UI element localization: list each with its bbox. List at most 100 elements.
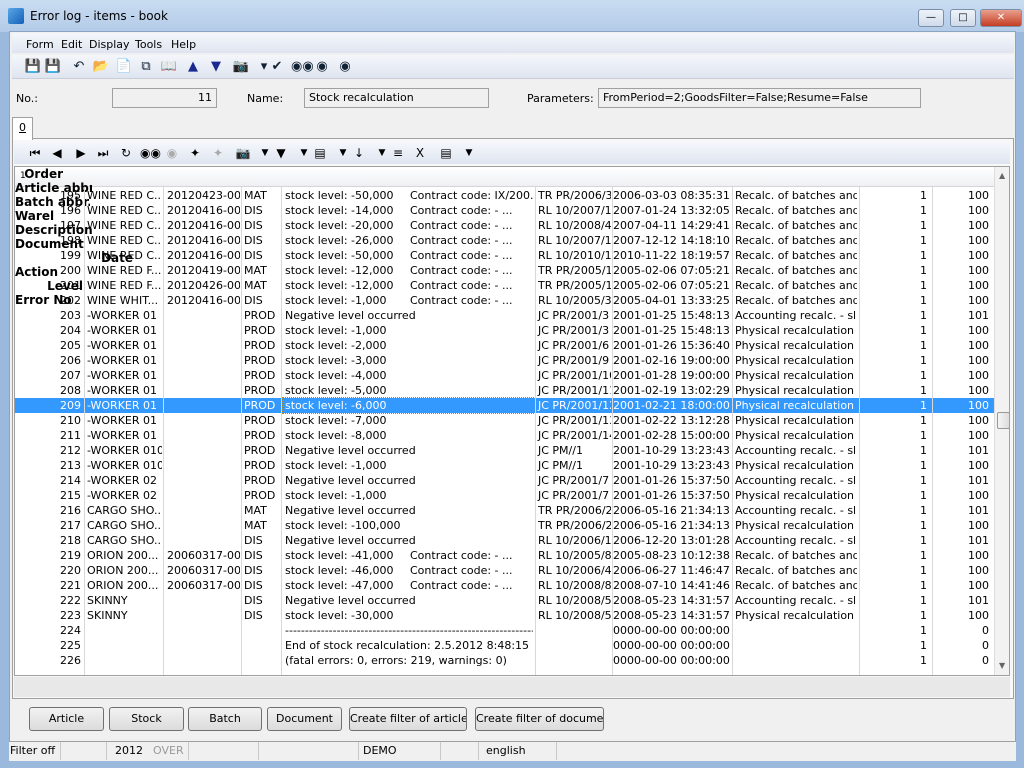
excel-icon[interactable]: X — [411, 145, 429, 161]
table-row[interactable]: 196 WINE RED C... 20120416-001 DIS stock lev… — [15, 203, 994, 218]
add-filter-icon[interactable]: ✦ — [186, 145, 204, 161]
dropdown-icon[interactable]: ▼ — [334, 145, 352, 161]
table-row[interactable]: 195 WINE RED C... 20120423-001 MAT stock lev… — [15, 188, 994, 203]
copy-icon[interactable]: ⧉ — [137, 59, 155, 75]
table-row[interactable]: 199 WINE RED C... 20120416-001 DIS stock lev… — [15, 248, 994, 263]
table-row[interactable]: 203 -WORKER 01 PROD Negative level occurred… — [15, 308, 994, 323]
dropdown-icon[interactable]: ▼ — [295, 145, 313, 161]
table-row[interactable]: 212 -WORKER 010 PROD Negative level occurre… — [15, 443, 994, 458]
cell-level: 1 — [920, 429, 927, 442]
menu-display[interactable]: Display — [89, 38, 130, 51]
arrow-up-icon[interactable]: ▲ — [184, 59, 202, 75]
cell-action: Recalc. of batches and... — [735, 249, 857, 262]
camera-icon[interactable]: 📷 — [232, 59, 250, 75]
table-row[interactable]: 213 -WORKER 010 PROD stock level: -1,000 JC … — [15, 458, 994, 473]
table-row[interactable]: 215 -WORKER 02 PROD stock level: -1,000 JC P… — [15, 488, 994, 503]
status-divider — [556, 742, 557, 760]
next-icon[interactable]: ▶ — [72, 145, 90, 161]
arrow-down-icon[interactable]: ▼ — [207, 59, 225, 75]
close-button[interactable]: ✕ — [980, 9, 1022, 27]
table-row[interactable]: 226 (fatal errors: 0, errors: 219, warnin… — [15, 653, 994, 668]
dropdown-icon[interactable]: ▼ — [460, 145, 478, 161]
menu-help[interactable]: Help — [171, 38, 196, 51]
undo-icon[interactable]: ↶ — [70, 59, 88, 75]
table-row[interactable]: 222 SKINNY DIS Negative level occurred RL 10… — [15, 593, 994, 608]
cell-batch: 20120416-001 — [167, 204, 240, 217]
table-row[interactable]: 220 ORION 200... 20060317-001 DIS stock leve… — [15, 563, 994, 578]
find-next-icon[interactable]: ◉ — [336, 59, 354, 75]
batch-button[interactable]: Batch — [188, 707, 262, 731]
cell-warehouse: PROD — [244, 414, 276, 427]
save-as-icon[interactable]: 💾 — [44, 59, 62, 75]
refresh-icon[interactable]: ↻ — [117, 145, 135, 161]
stock-button[interactable]: Stock — [109, 707, 184, 731]
table-row[interactable]: 207 -WORKER 01 PROD stock level: -4,000 JC P… — [15, 368, 994, 383]
table-row[interactable]: 204 -WORKER 01 PROD stock level: -1,000 JC P… — [15, 323, 994, 338]
create-filter-articles-button[interactable]: Create filter of articles — [349, 707, 467, 731]
new-document-icon[interactable]: 📄 — [115, 59, 133, 75]
table-row[interactable]: 224 -------------------------------------… — [15, 623, 994, 638]
table-row[interactable]: 223 SKINNY DIS stock level: -30,000 RL 10/20… — [15, 608, 994, 623]
find-disabled-icon[interactable]: ◉ — [163, 145, 181, 161]
binoculars-icon[interactable]: ◉◉ — [291, 59, 314, 75]
tab-0[interactable]: 0 — [12, 117, 33, 140]
report-icon[interactable]: ▤ — [437, 145, 455, 161]
prev-icon[interactable]: ◀ — [48, 145, 66, 161]
find-previous-icon[interactable]: ◉ — [313, 59, 331, 75]
create-filter-documents-button[interactable]: Create filter of documents — [475, 707, 604, 731]
sort-az-icon[interactable]: ↓ — [350, 145, 368, 161]
book-icon[interactable]: 📖 — [160, 59, 178, 75]
cell-action: Recalc. of batches and... — [735, 564, 857, 577]
open-folder-icon[interactable]: 📂 — [92, 59, 110, 75]
table-row[interactable]: 217 CARGO SHO... MAT stock level: -100,000 T… — [15, 518, 994, 533]
table-row[interactable]: 197 WINE RED C... 20120416-001 DIS stock lev… — [15, 218, 994, 233]
table-row[interactable]: 219 ORION 200... 20060317-001 DIS stock leve… — [15, 548, 994, 563]
table-row[interactable]: 216 CARGO SHO... MAT Negative level occurre… — [15, 503, 994, 518]
cell-level: 1 — [920, 279, 927, 292]
first-icon[interactable]: ⏮ — [26, 145, 44, 161]
cell-description: End of stock recalculation: 2.5.2012 8:4… — [285, 639, 530, 652]
parameters-field[interactable]: FromPeriod=2;GoodsFilter=False;Resume=Fa… — [598, 88, 921, 108]
save-icon[interactable]: 💾 — [24, 59, 42, 75]
last-icon[interactable]: ⏭ — [94, 145, 112, 161]
table-row[interactable]: 201 WINE RED F... 20120426-001 MAT stock lev… — [15, 278, 994, 293]
dropdown-icon[interactable]: ▼ — [256, 145, 274, 161]
table-row[interactable]: 205 -WORKER 01 PROD stock level: -2,000 JC P… — [15, 338, 994, 353]
table-row[interactable]: 221 ORION 200... 20060317-001 DIS stock leve… — [15, 578, 994, 593]
no-field[interactable]: 11 — [112, 88, 217, 108]
dropdown-icon[interactable]: ▼ — [373, 145, 391, 161]
table-row[interactable]: 218 CARGO SHO... DIS Negative level occurre… — [15, 533, 994, 548]
name-field[interactable]: Stock recalculation — [304, 88, 489, 108]
filter-icon[interactable]: ▼ — [272, 145, 290, 161]
vertical-scrollbar[interactable]: ▲ ▼ — [994, 167, 1009, 675]
excel-export-icon[interactable]: ✔ — [268, 59, 286, 75]
cell-level: 1 — [920, 564, 927, 577]
camera-icon[interactable]: 📷 — [234, 145, 252, 161]
table-row[interactable]: 208 -WORKER 01 PROD stock level: -5,000 JC P… — [15, 383, 994, 398]
menu-edit[interactable]: Edit — [61, 38, 82, 51]
article-button[interactable]: Article — [29, 707, 104, 731]
scroll-down-icon[interactable]: ▼ — [999, 661, 1005, 670]
table-row[interactable]: 200 WINE RED F... 20120419-001 MAT stock lev… — [15, 263, 994, 278]
columns-icon[interactable]: ▤ — [311, 145, 329, 161]
table-row[interactable]: 198 WINE RED C... 20120416-001 DIS stock lev… — [15, 233, 994, 248]
binoculars-icon[interactable]: ◉◉ — [140, 145, 161, 161]
cell-description: stock level: -1,000 — [285, 489, 387, 502]
scroll-thumb[interactable] — [997, 412, 1009, 429]
cell-date: 0000-00-00 00:00:00 — [613, 624, 730, 637]
remove-filter-icon[interactable]: ✦ — [209, 145, 227, 161]
maximize-button[interactable]: □ — [950, 9, 976, 27]
table-row[interactable]: 214 -WORKER 02 PROD Negative level occurred… — [15, 473, 994, 488]
table-row[interactable]: 211 -WORKER 01 PROD stock level: -8,000 JC P… — [15, 428, 994, 443]
scroll-up-icon[interactable]: ▲ — [999, 171, 1005, 180]
document-button[interactable]: Document — [267, 707, 342, 731]
table-row[interactable]: 210 -WORKER 01 PROD stock level: -7,000 JC P… — [15, 413, 994, 428]
table-row[interactable]: 206 -WORKER 01 PROD stock level: -3,000 JC P… — [15, 353, 994, 368]
menu-tools[interactable]: Tools — [135, 38, 162, 51]
minimize-button[interactable]: — — [918, 9, 944, 27]
menu-form[interactable]: Form — [26, 38, 54, 51]
list-icon[interactable]: ≡ — [389, 145, 407, 161]
table-row[interactable]: 202 WINE WHIT... 20120416-001 DIS stock leve… — [15, 293, 994, 308]
table-row[interactable]: 225 End of stock recalculation: 2.5.2012 … — [15, 638, 994, 653]
table-row[interactable]: 209 -WORKER 01 PROD stock level: -6,000 JC P… — [15, 397, 994, 414]
